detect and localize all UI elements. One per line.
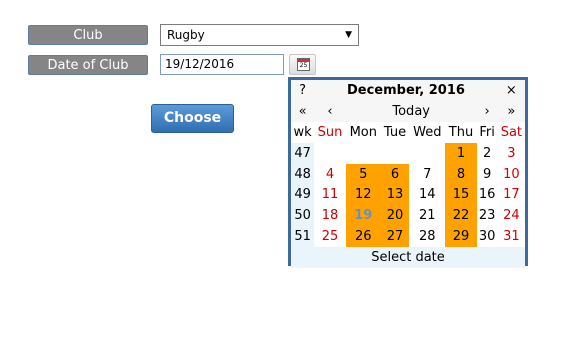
week-number: 47 [291,142,315,164]
date-of-club-label: Date of Club [28,55,148,75]
date-input[interactable]: 19/12/2016 [160,54,284,75]
day-cell[interactable]: 12 [345,184,381,206]
club-select-value: Rugby [167,28,205,42]
weekday-header: Mon [345,121,381,143]
weekday-header: Sat [497,121,525,143]
weekday-header: Sun [314,121,346,143]
day-cell[interactable]: 26 [345,226,381,248]
day-cell[interactable]: 31 [498,226,525,247]
week-number: 50 [291,205,315,227]
day-cell[interactable]: 21 [409,205,445,226]
dropdown-arrow-icon[interactable]: ▼ [345,25,352,45]
week-number: 51 [291,226,315,248]
day-cell[interactable]: 20 [380,205,410,227]
calendar-title: December, 2016 [314,80,498,101]
day-cell [381,143,409,164]
choose-button[interactable]: Choose [151,104,234,133]
prev-month-button[interactable]: ‹ [314,100,346,122]
calendar-help-button[interactable]: ? [291,80,315,101]
weekday-header: Thu [445,121,477,143]
club-select[interactable]: Rugby ▼ [160,24,359,46]
day-cell [346,143,381,164]
day-cell[interactable]: 2 [477,143,498,164]
day-cell[interactable]: 28 [409,226,445,247]
week-row: 48 4 5 6 7 8 9 10 [291,163,525,185]
day-cell[interactable]: 29 [445,226,477,248]
weekday-header: Tue [380,121,410,143]
week-number: 49 [291,184,315,206]
day-cell[interactable]: 7 [409,164,445,185]
day-cell[interactable]: 16 [477,184,498,205]
day-cell [314,143,346,164]
day-cell[interactable]: 10 [498,164,525,185]
day-cell[interactable]: 11 [314,184,346,205]
selected-day-cell[interactable]: 19 [345,205,381,227]
day-cell[interactable]: 14 [409,184,445,205]
calendar-icon: 25 [297,58,310,71]
day-cell[interactable]: 27 [380,226,410,248]
next-month-button[interactable]: › [476,100,498,122]
day-cell[interactable]: 24 [498,205,525,226]
day-cell[interactable]: 8 [445,163,477,185]
calendar-footer: Select date [291,247,525,269]
day-cell[interactable]: 18 [314,205,346,226]
week-row: 49 11 12 13 14 15 16 17 [291,184,525,206]
week-row: 50 18 19 20 21 22 23 24 [291,205,525,227]
day-cell[interactable]: 4 [314,164,346,185]
day-cell[interactable]: 17 [498,184,525,205]
weekday-header: wk [291,121,315,143]
weekday-header: Wed [409,121,446,143]
day-cell[interactable]: 23 [477,205,498,226]
week-row: 51 25 26 27 28 29 30 31 [291,226,525,248]
week-row: 47 1 2 3 [291,142,525,164]
club-label: Club [28,25,148,45]
today-button[interactable]: Today [345,100,477,122]
next-year-button[interactable]: » [497,100,525,122]
day-cell[interactable]: 15 [445,184,477,206]
day-cell [409,143,445,164]
day-cell[interactable]: 9 [477,164,498,185]
prev-year-button[interactable]: « [291,100,315,122]
day-cell[interactable]: 5 [345,163,381,185]
calendar-close-button[interactable]: × [497,80,525,101]
weekday-header: Fri [476,121,498,143]
calendar-button[interactable]: 25 [289,54,316,75]
day-cell[interactable]: 1 [445,142,477,164]
day-cell[interactable]: 6 [380,163,410,185]
day-cell[interactable]: 30 [477,226,498,247]
week-number: 48 [291,163,315,185]
day-cell[interactable]: 22 [445,205,477,227]
calendar-popup: ? December, 2016 × « ‹ Today › » wk Sun … [288,77,528,269]
day-cell[interactable]: 13 [380,184,410,206]
day-cell[interactable]: 25 [314,226,346,247]
day-cell[interactable]: 3 [498,143,525,164]
